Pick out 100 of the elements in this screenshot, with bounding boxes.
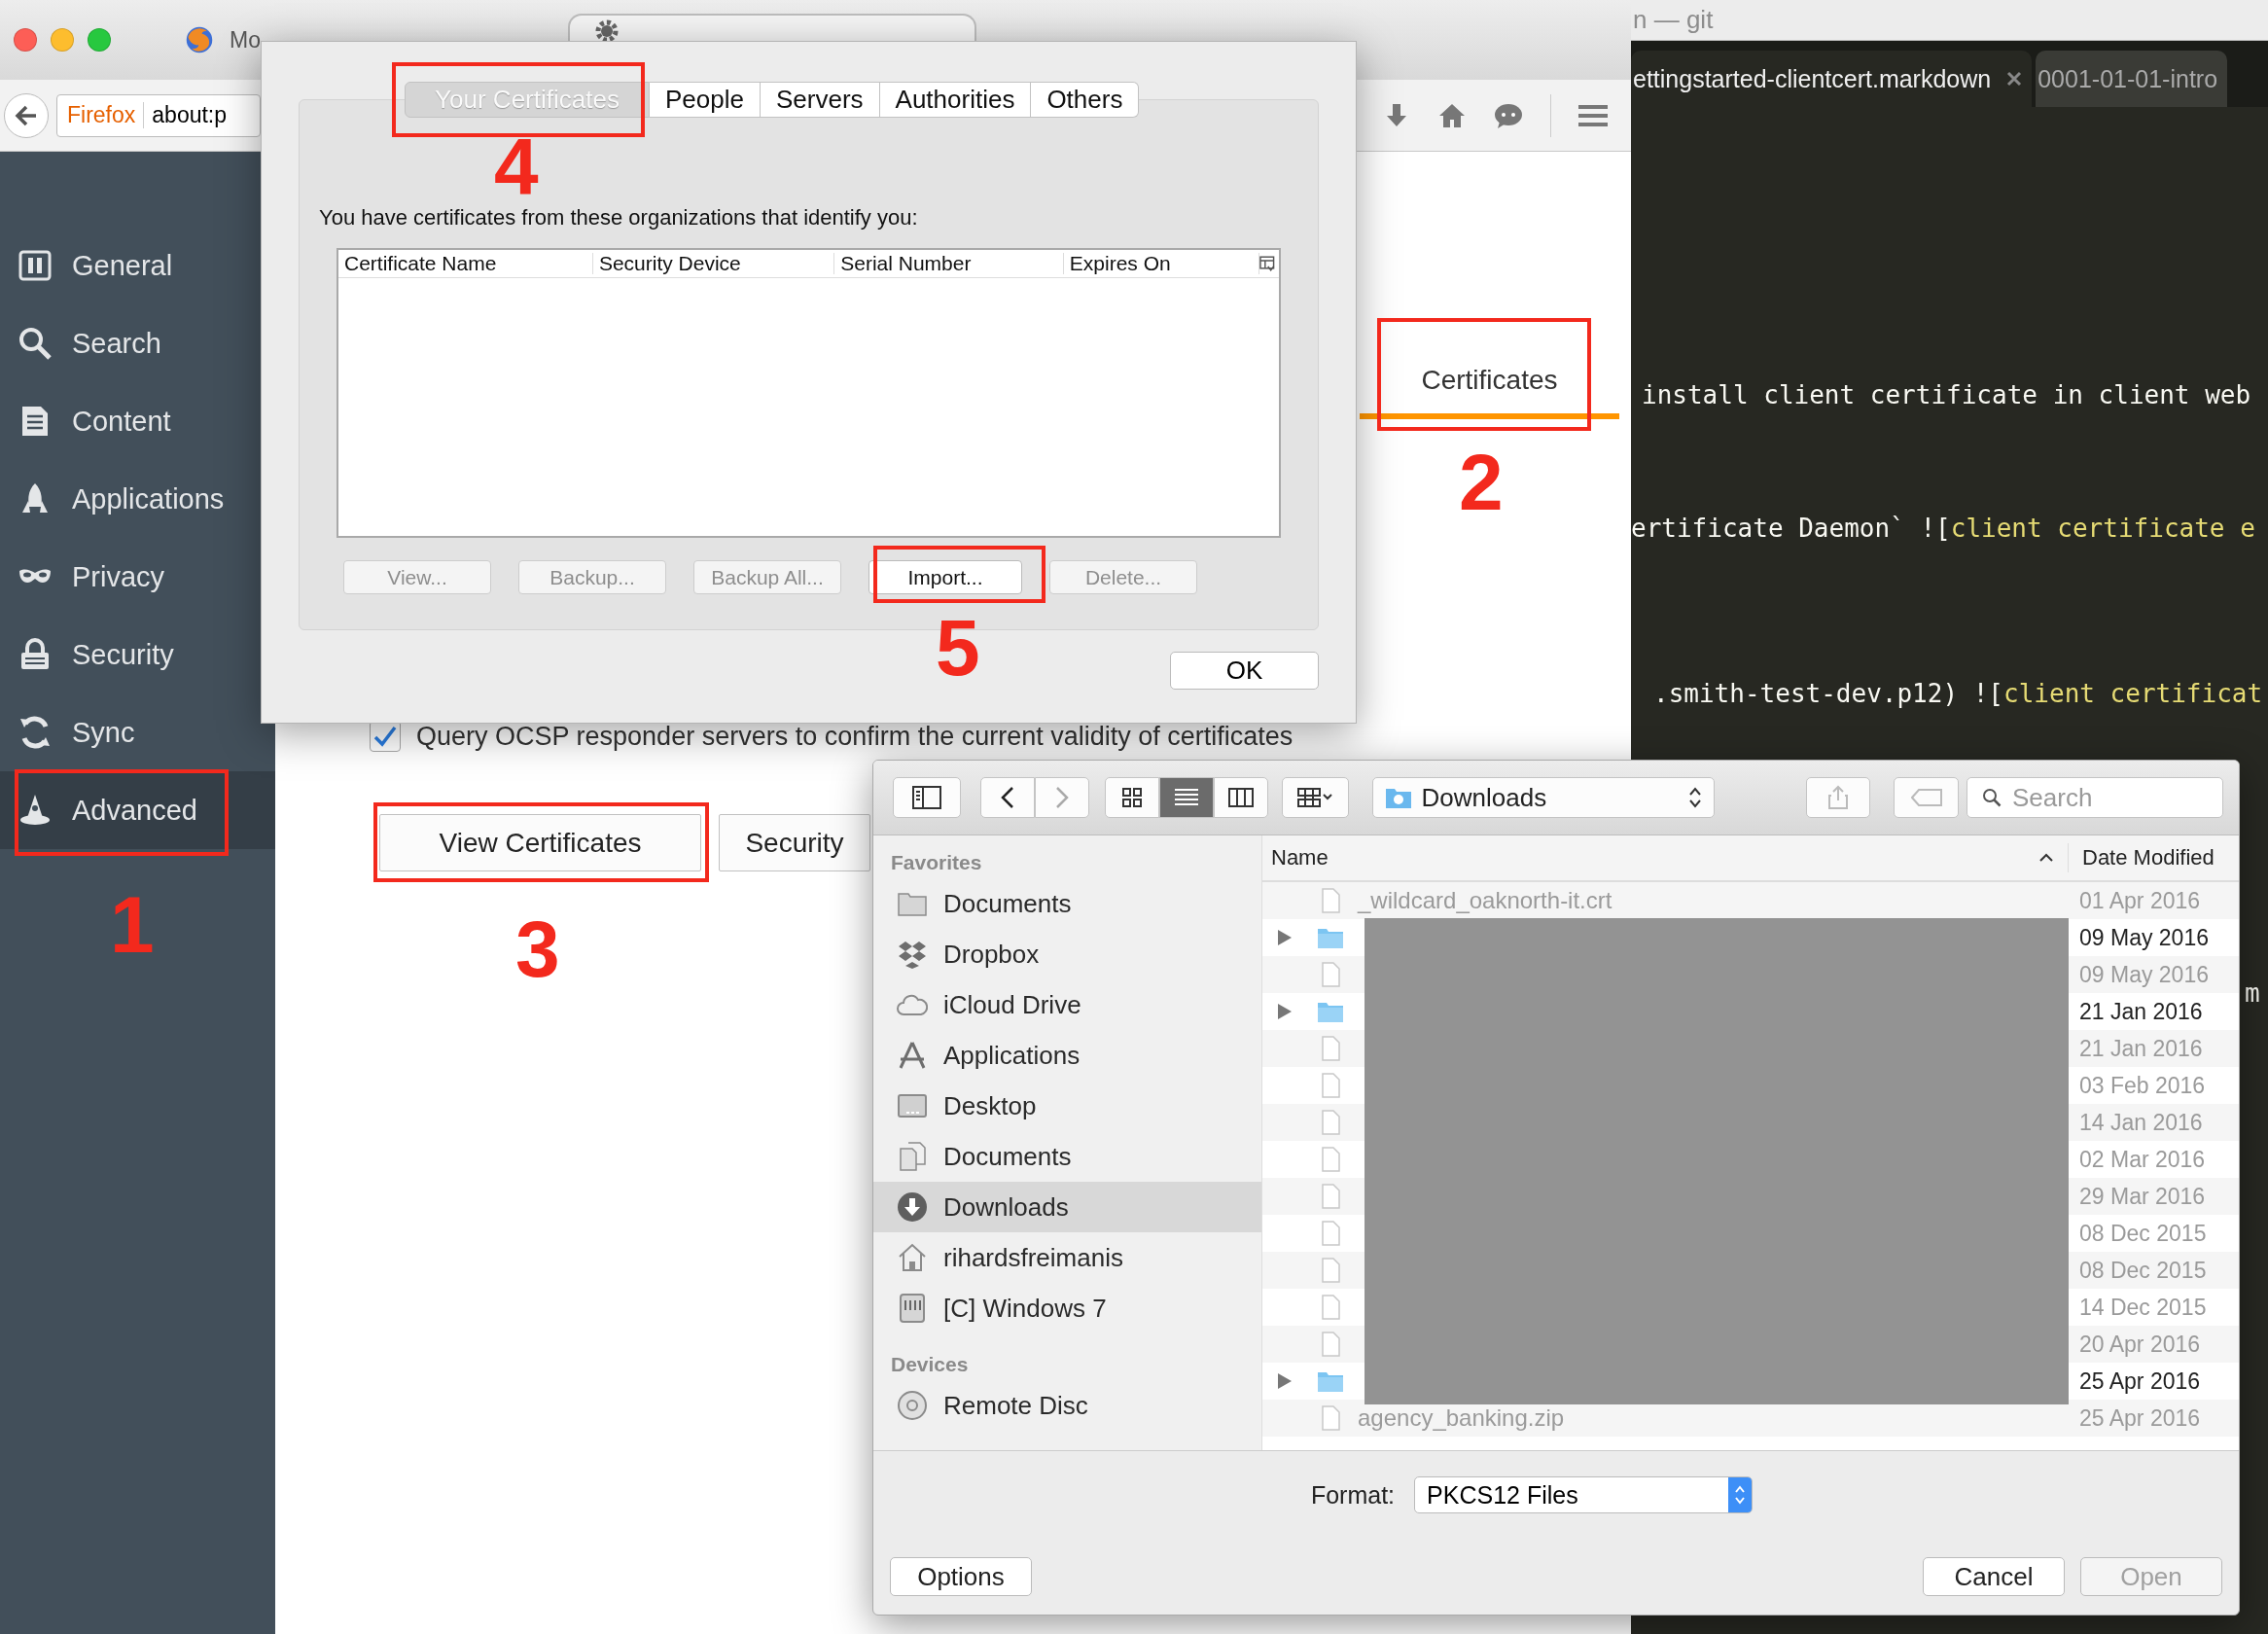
step-number: 3 — [515, 909, 560, 989]
column-header[interactable]: Date Modified — [2069, 845, 2215, 870]
close-icon[interactable] — [2006, 71, 2023, 87]
date-cell-text: 20 Apr 2016 — [2079, 1331, 2202, 1358]
disclosure-triangle-icon[interactable] — [1277, 1003, 1293, 1020]
home-icon — [897, 1242, 928, 1273]
sidebar-item[interactable]: Advanced — [0, 771, 275, 849]
sidebar-item[interactable]: rihardsfreimanis — [873, 1232, 1261, 1283]
arrange-grid-icon — [1296, 787, 1334, 808]
window-close-button[interactable] — [14, 28, 37, 52]
apps-icon — [897, 1040, 928, 1071]
window-zoom-button[interactable] — [88, 28, 111, 52]
sidebar-item[interactable]: Applications — [873, 1030, 1261, 1081]
documents-icon — [897, 1141, 928, 1172]
sidebar-item[interactable]: Privacy — [0, 538, 258, 616]
menu-icon[interactable] — [1578, 103, 1608, 127]
view-mode-button[interactable] — [1214, 777, 1269, 818]
sidebar-item[interactable]: Search — [0, 304, 258, 382]
sidebar-item[interactable]: Documents — [873, 1131, 1261, 1182]
dialog-tab[interactable]: Servers — [760, 82, 880, 118]
sidebar-section-title: Devices — [890, 1352, 970, 1377]
date-cell-text: 14 Jan 2016 — [2079, 1109, 2204, 1136]
tag-icon — [1910, 789, 1942, 806]
sidebar-item[interactable]: Sync — [0, 693, 258, 771]
browser-tab[interactable] — [568, 14, 976, 41]
editor-tab[interactable]: ettingstarted-clientcert.markdown — [1631, 51, 2033, 107]
sidebar-item[interactable]: iCloud Drive — [873, 979, 1261, 1030]
search-field[interactable]: Search — [1967, 777, 2223, 818]
folder-icon — [1384, 786, 1412, 809]
date-cell-text: 14 Dec 2015 — [2079, 1294, 2208, 1321]
dialog-tab[interactable]: Others — [1031, 82, 1140, 118]
chat-bubble-icon[interactable] — [1494, 101, 1523, 129]
step-number: 4 — [494, 126, 539, 206]
date-cell-text: 03 Feb 2016 — [2079, 1072, 2207, 1099]
date-cell-text: 29 Mar 2016 — [2079, 1183, 2207, 1210]
sidebar-item[interactable]: Dropbox — [873, 929, 1261, 979]
disclosure-triangle-icon[interactable] — [1277, 929, 1293, 946]
sidebar-item[interactable]: General — [0, 227, 258, 304]
date-cell-text: 09 May 2016 — [2079, 961, 2210, 988]
back-button[interactable] — [4, 92, 49, 138]
date-cell-text: 25 Apr 2016 — [2079, 1404, 2202, 1432]
column-header[interactable]: Serial Number — [834, 253, 1064, 274]
location-popup[interactable]: Downloads — [1371, 777, 1715, 818]
date-cell-text: 02 Mar 2016 — [2079, 1146, 2207, 1173]
code-line: install client certificate in client web — [1642, 379, 2252, 411]
download-icon — [897, 1191, 928, 1223]
intro-text: You have certificates from these organizations that identify you: — [319, 205, 919, 231]
column-header[interactable]: Name — [1271, 845, 1329, 870]
list-view-icon — [1174, 787, 1200, 808]
dialog-tab[interactable]: Authorities — [879, 82, 1032, 118]
dialog-button[interactable]: Cancel — [1923, 1557, 2065, 1596]
drive-icon — [897, 1293, 928, 1324]
dialog-tab[interactable]: People — [650, 82, 761, 118]
home-icon[interactable] — [1437, 101, 1467, 129]
disc-icon — [897, 1390, 928, 1421]
sidebar-item[interactable]: Downloads — [873, 1182, 1261, 1232]
sidebar-item[interactable]: Applications — [0, 460, 258, 538]
box-stack-icon — [897, 939, 928, 970]
sidebar-item[interactable]: Content — [0, 382, 258, 460]
dialog-button[interactable]: Options — [890, 1557, 1032, 1596]
column-header[interactable]: Expires On — [1063, 253, 1260, 274]
dialog-button[interactable]: Import... — [868, 560, 1022, 594]
back-button[interactable] — [980, 777, 1036, 818]
column-picker-icon[interactable] — [1259, 256, 1275, 271]
step-number: 5 — [936, 608, 980, 688]
general-icon — [18, 248, 53, 283]
stepper-icon — [1687, 786, 1702, 809]
search-icon — [18, 326, 53, 361]
arrange-button[interactable] — [1282, 777, 1349, 818]
editor-tab[interactable]: 0001-01-01-intro — [2036, 51, 2228, 107]
sidebar-item[interactable]: Desktop — [873, 1081, 1261, 1131]
settings-button[interactable]: View Certificates — [379, 814, 701, 871]
view-mode-button[interactable] — [1159, 777, 1215, 818]
sidebar-toggle-button[interactable] — [893, 777, 962, 818]
sort-caret-icon[interactable] — [2038, 853, 2054, 863]
settings-button[interactable]: Security — [719, 814, 870, 871]
format-popup[interactable]: PKCS12 Files — [1414, 1476, 1754, 1513]
column-header[interactable]: Security Device — [592, 253, 835, 274]
code-line: ertificate Daemon` ![client certificate e — [1631, 513, 2256, 545]
date-cell-text: 08 Dec 2015 — [2079, 1220, 2208, 1247]
column-header[interactable]: Certificate Name — [338, 253, 593, 274]
sidebar-item[interactable]: Security — [0, 616, 258, 693]
ok-button[interactable]: OK — [1170, 652, 1319, 690]
sidebar-item[interactable]: Documents — [873, 878, 1261, 929]
sidebar-section-title: Favorites — [890, 850, 983, 875]
step-number: 1 — [110, 885, 155, 965]
chevron-right-icon — [1055, 786, 1070, 809]
grid-view-icon — [1121, 787, 1144, 808]
address-bar[interactable]: Firefox about:p — [56, 93, 261, 137]
disclosure-triangle-icon[interactable] — [1277, 1372, 1293, 1390]
view-mode-button[interactable] — [1105, 777, 1160, 818]
browser-tab[interactable]: Mo — [169, 14, 261, 66]
sidebar-item[interactable]: [C] Windows 7 — [873, 1283, 1261, 1333]
date-cell-text: 25 Apr 2016 — [2079, 1368, 2202, 1395]
date-cell-text: 01 Apr 2016 — [2079, 887, 2202, 914]
checkbox-label: Query OCSP responder servers to confirm the current validity of certificates — [416, 721, 1293, 752]
checkmark-icon — [373, 726, 397, 747]
sidebar-item[interactable]: Remote Disc — [873, 1380, 1261, 1431]
column-view-icon — [1228, 787, 1255, 808]
format-label: Format: — [1310, 1480, 1396, 1510]
